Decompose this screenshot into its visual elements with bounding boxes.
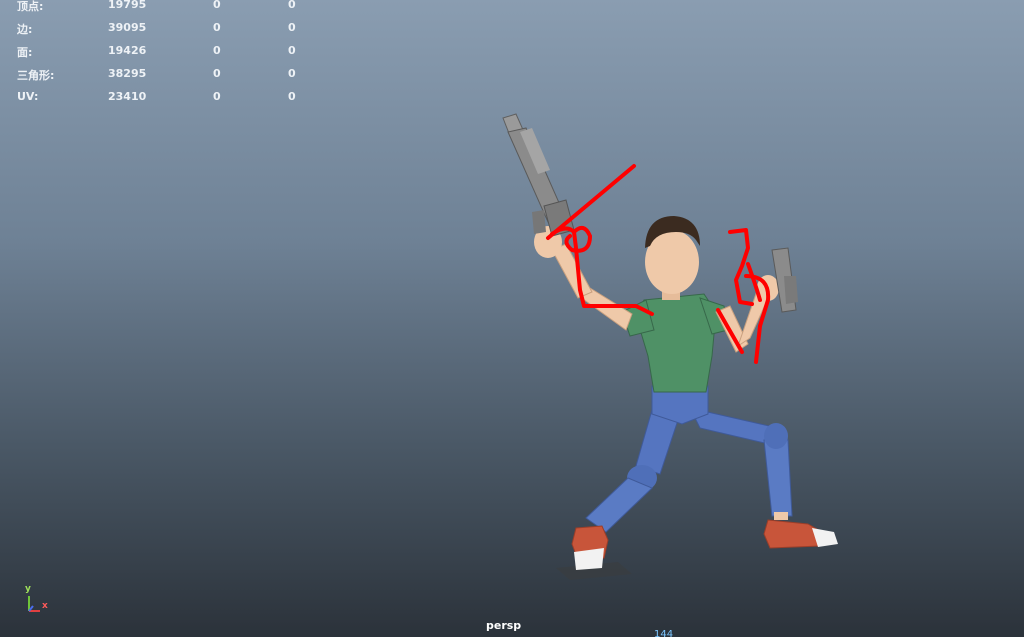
frame-readout: 144: [654, 629, 674, 637]
back-ankle: [774, 512, 788, 520]
axis-gizmo-icon: [28, 596, 40, 612]
back-shin[interactable]: [763, 439, 793, 517]
front-shin[interactable]: [585, 477, 653, 533]
camera-name-label: persp: [486, 619, 522, 632]
axis-x-label: x: [42, 601, 48, 611]
back-shoe[interactable]: [763, 519, 823, 549]
character-scene[interactable]: [0, 0, 1024, 637]
axis-y-label: y: [25, 584, 31, 594]
maya-persp-viewport[interactable]: 顶点: 19795 0 0 边: 39095 0 0 面: 19426 0 0 …: [0, 0, 1024, 637]
rifle[interactable]: [502, 113, 575, 237]
back-knee[interactable]: [764, 423, 788, 449]
